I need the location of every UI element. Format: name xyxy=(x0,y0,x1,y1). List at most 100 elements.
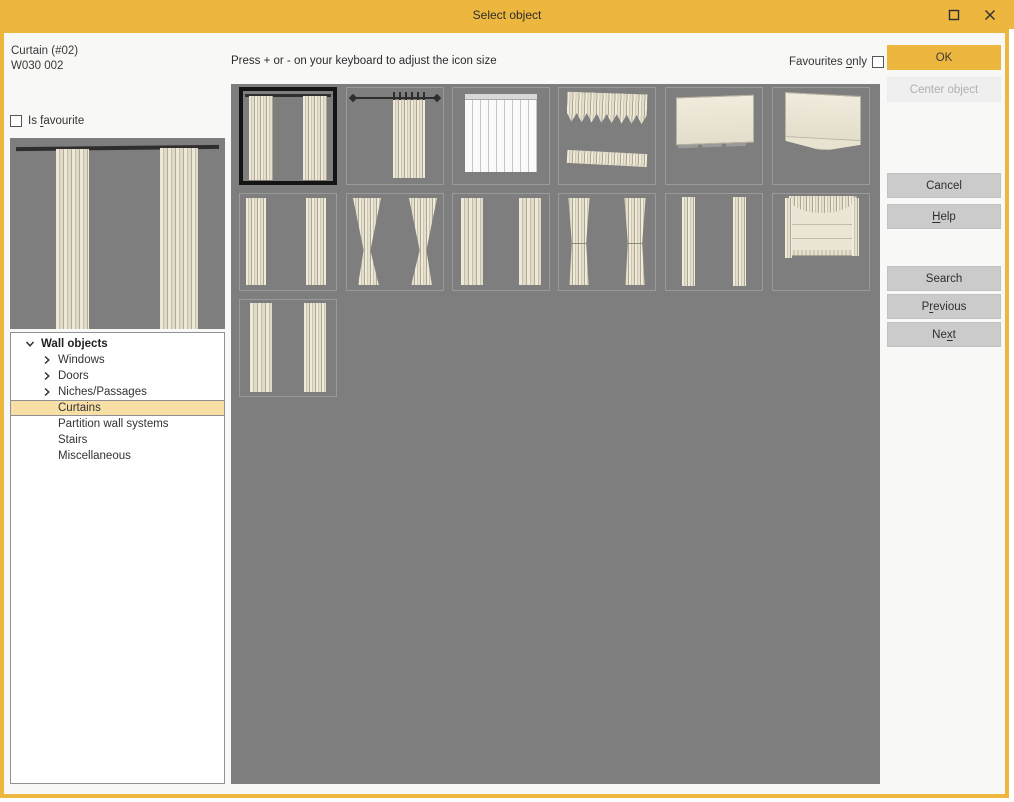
object-thumbnail-grid xyxy=(231,84,880,784)
cancel-button[interactable]: Cancel xyxy=(887,173,1001,198)
curtain-graphic-part xyxy=(785,92,861,142)
tree-item-label: Windows xyxy=(58,354,105,366)
dialog-title: Select object xyxy=(473,8,542,22)
thumbnail-two-straight-panels-smooth[interactable] xyxy=(452,193,550,291)
thumbnail-flat-panel-blind[interactable] xyxy=(665,87,763,185)
help-button[interactable]: Help xyxy=(887,204,1001,229)
tree-item-doors[interactable]: Doors xyxy=(11,368,224,384)
curtain-graphic-part xyxy=(249,96,273,180)
titlebar[interactable]: Select object xyxy=(0,0,1014,29)
close-icon xyxy=(984,9,996,21)
curtain-graphic-part xyxy=(852,198,859,256)
thumbnail-single-panel-curtain-on-rod-with-rings[interactable] xyxy=(346,87,444,185)
curtain-graphic-part xyxy=(409,198,437,285)
curtain-graphic-part xyxy=(676,95,754,146)
ok-button[interactable]: OK xyxy=(887,45,1001,70)
tree-item-label: Curtains xyxy=(58,402,101,414)
curtain-graphic-part xyxy=(625,243,645,244)
tree-item-windows[interactable]: Windows xyxy=(11,352,224,368)
curtain-graphic-part xyxy=(569,243,589,244)
curtain-graphic-part xyxy=(791,238,853,239)
help-button-label: Help xyxy=(932,211,956,223)
curtain-graphic-part xyxy=(393,92,425,100)
ok-button-label: OK xyxy=(936,52,953,64)
object-preview xyxy=(10,138,225,329)
selected-object-name: Curtain (#02) xyxy=(11,45,78,57)
curtain-graphic-part xyxy=(303,96,327,180)
select-object-dialog: Select object Curtain (#02) W030 002 Is … xyxy=(0,0,1014,802)
category-tree: Wall objects Windows Doors Niches/Passages C… xyxy=(10,332,225,784)
tree-indent-spacer xyxy=(41,435,52,446)
favourites-only-checkbox[interactable]: Favourites only xyxy=(789,56,884,68)
thumbnail-two-straight-panels[interactable] xyxy=(239,193,337,291)
curtain-graphic-part xyxy=(250,303,272,392)
curtain-graphic-part xyxy=(461,198,483,285)
tree-item-wall-objects[interactable]: Wall objects xyxy=(11,336,224,352)
thumbnail-flat-panel-blind-folded[interactable] xyxy=(772,87,870,185)
thumbnail-roman-shade-with-swag[interactable] xyxy=(772,193,870,291)
curtain-graphic-part xyxy=(353,198,381,285)
thumbnail-valance-pair[interactable] xyxy=(558,87,656,185)
center-object-button: Center object xyxy=(887,77,1001,102)
tree-item-partition-wall-systems[interactable]: Partition wall systems xyxy=(11,416,224,432)
cancel-button-label: Cancel xyxy=(926,180,962,192)
maximize-button[interactable] xyxy=(945,6,963,23)
chevron-down-icon xyxy=(25,339,35,349)
thumbnail-two-panel-curtain-with-rod[interactable] xyxy=(239,87,337,185)
previous-button[interactable]: Previous xyxy=(887,294,1001,319)
curtain-graphic-part xyxy=(567,198,591,285)
curtain-graphic-part xyxy=(567,92,648,125)
thumbnail-vertical-blinds[interactable] xyxy=(452,87,550,185)
curtain-graphic-part xyxy=(567,150,648,167)
center-object-button-label: Center object xyxy=(910,84,978,96)
tree-item-label: Wall objects xyxy=(41,338,108,350)
tree-indent-spacer xyxy=(41,419,52,430)
thumbnail-two-tied-back-panels[interactable] xyxy=(346,193,444,291)
chevron-right-icon[interactable] xyxy=(41,371,52,382)
is-favourite-checkbox[interactable]: Is favourite xyxy=(10,115,84,127)
icon-size-hint: Press + or - on your keyboard to adjust … xyxy=(231,55,497,67)
tree-item-label: Partition wall systems xyxy=(58,418,169,430)
tree-item-label: Miscellaneous xyxy=(58,450,131,462)
search-button[interactable]: Search xyxy=(887,266,1001,291)
chevron-right-icon xyxy=(42,355,52,365)
chevron-right-icon xyxy=(42,371,52,381)
thumbnail-two-narrow-straight-panels[interactable] xyxy=(665,193,763,291)
curtain-graphic-part xyxy=(791,224,853,225)
tree-item-stairs[interactable]: Stairs xyxy=(11,432,224,448)
chevron-right-icon[interactable] xyxy=(41,387,52,398)
curtain-graphic-part xyxy=(682,197,695,286)
tree-item-curtains[interactable]: Curtains xyxy=(11,400,224,416)
tree-item-miscellaneous[interactable]: Miscellaneous xyxy=(11,448,224,464)
curtain-graphic-part xyxy=(433,94,441,102)
curtain-graphic-part xyxy=(465,100,537,172)
next-button-label: Next xyxy=(932,329,956,341)
curtain-graphic-part xyxy=(306,198,326,285)
tree-item-label: Niches/Passages xyxy=(58,386,147,398)
tree-item-label: Stairs xyxy=(58,434,87,446)
tree-indent-spacer xyxy=(41,451,52,462)
thumbnail-two-panels-tied-at-middle[interactable] xyxy=(558,193,656,291)
tree-item-niches-passages[interactable]: Niches/Passages xyxy=(11,384,224,400)
curtain-graphic-part xyxy=(789,250,855,255)
curtain-graphic-part xyxy=(785,198,792,258)
previous-button-label: Previous xyxy=(922,301,967,313)
curtain-graphic-part xyxy=(393,100,425,178)
checkbox-box[interactable] xyxy=(10,115,22,127)
next-button[interactable]: Next xyxy=(887,322,1001,347)
tree-indent-spacer xyxy=(41,403,52,414)
curtain-panel-graphic xyxy=(56,149,89,329)
maximize-icon xyxy=(948,9,960,21)
chevron-right-icon xyxy=(42,387,52,397)
close-button[interactable] xyxy=(981,6,999,23)
curtain-graphic-part xyxy=(519,198,541,285)
thumbnail-two-straight-panels-wide[interactable] xyxy=(239,299,337,397)
search-button-label: Search xyxy=(926,273,962,285)
curtain-graphic-part xyxy=(246,198,266,285)
favourites-only-label: Favourites only xyxy=(789,56,867,68)
curtain-graphic-part xyxy=(733,197,746,286)
checkbox-box[interactable] xyxy=(872,56,884,68)
chevron-right-icon[interactable] xyxy=(41,355,52,366)
chevron-down-icon[interactable] xyxy=(24,339,35,350)
curtain-graphic-part xyxy=(349,94,357,102)
